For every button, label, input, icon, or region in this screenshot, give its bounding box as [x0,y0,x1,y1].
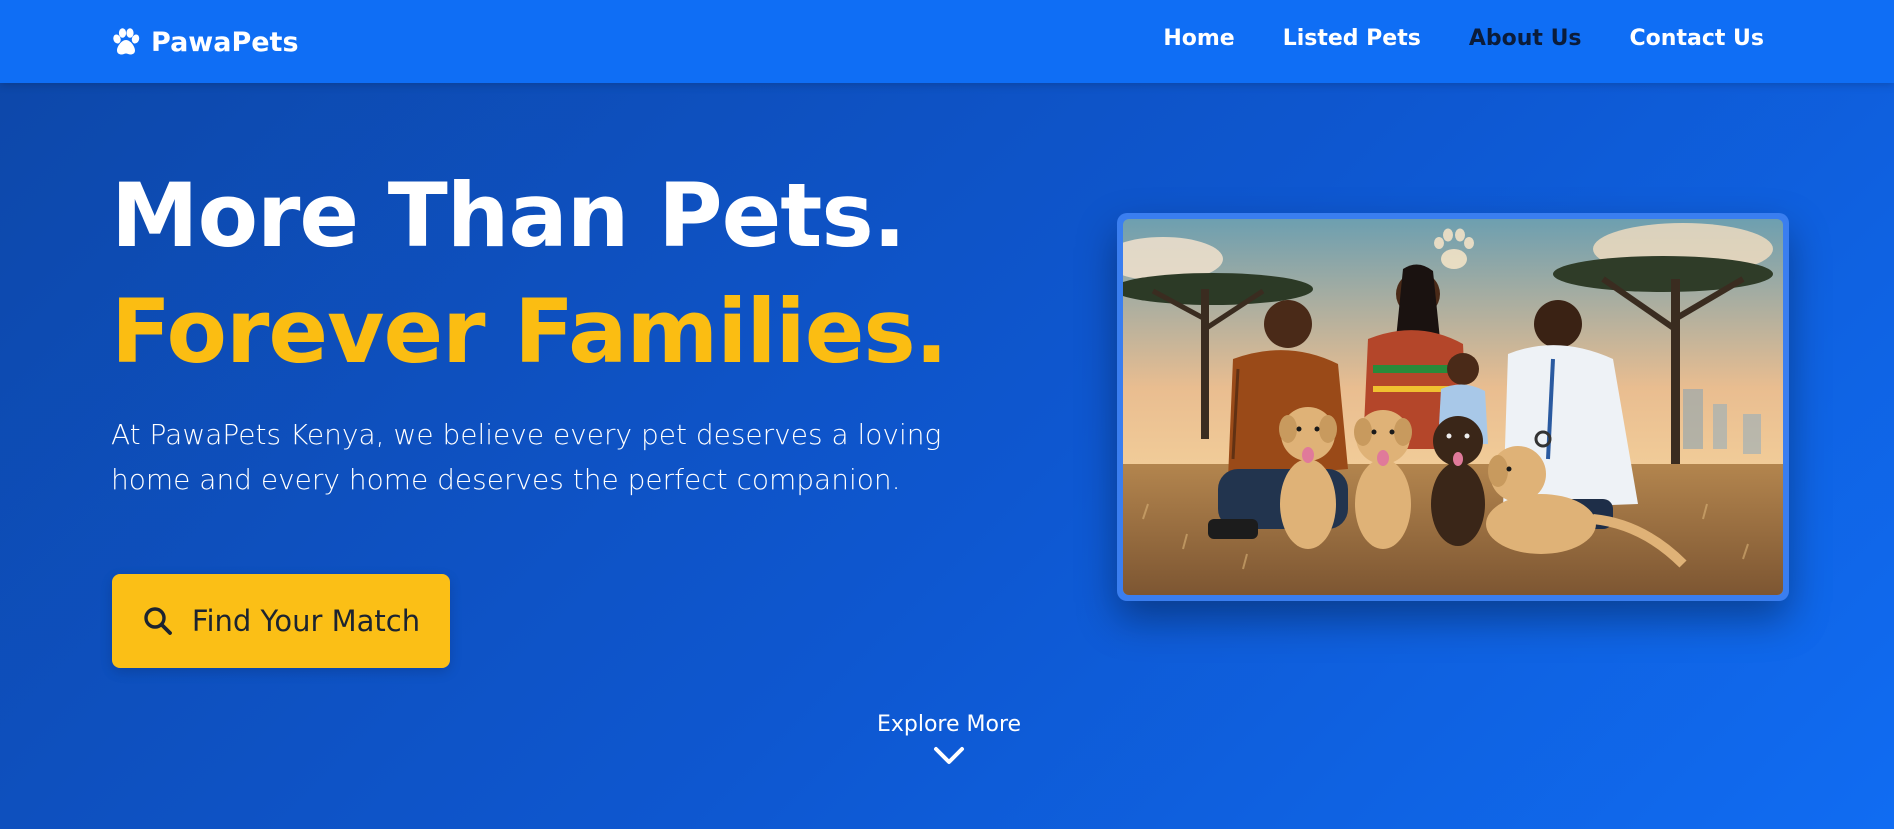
explore-more-label: Explore More [876,712,1022,737]
main-nav: Home Listed Pets About Us Contact Us [1163,26,1764,51]
hero-image [1117,213,1789,601]
nav-link-home[interactable]: Home [1163,26,1234,51]
family-with-puppies-photo [1123,219,1783,595]
chevron-down-icon [934,747,964,764]
hero-title-line2: Forever Families. [111,280,948,383]
nav-link-about-us[interactable]: About Us [1469,26,1582,51]
nav-link-listed-pets[interactable]: Listed Pets [1283,26,1421,51]
paw-icon [113,28,140,55]
explore-more-link[interactable]: Explore More [849,712,1049,771]
find-your-match-button[interactable]: Find Your Match [112,574,450,668]
navbar: PawaPets Home Listed Pets About Us Conta… [0,0,1894,83]
brand-logo[interactable]: PawaPets [111,22,299,62]
search-icon [144,607,172,635]
hero-title: More Than Pets. Forever Families. [111,158,948,390]
nav-link-contact-us[interactable]: Contact Us [1630,26,1764,51]
hero-title-line1: More Than Pets. [111,164,906,267]
find-your-match-label: Find Your Match [191,604,421,638]
brand-name: PawaPets [151,26,299,58]
page: PawaPets Home Listed Pets About Us Conta… [0,0,1894,829]
hero-description: At PawaPets Kenya, we believe every pet … [111,418,942,496]
